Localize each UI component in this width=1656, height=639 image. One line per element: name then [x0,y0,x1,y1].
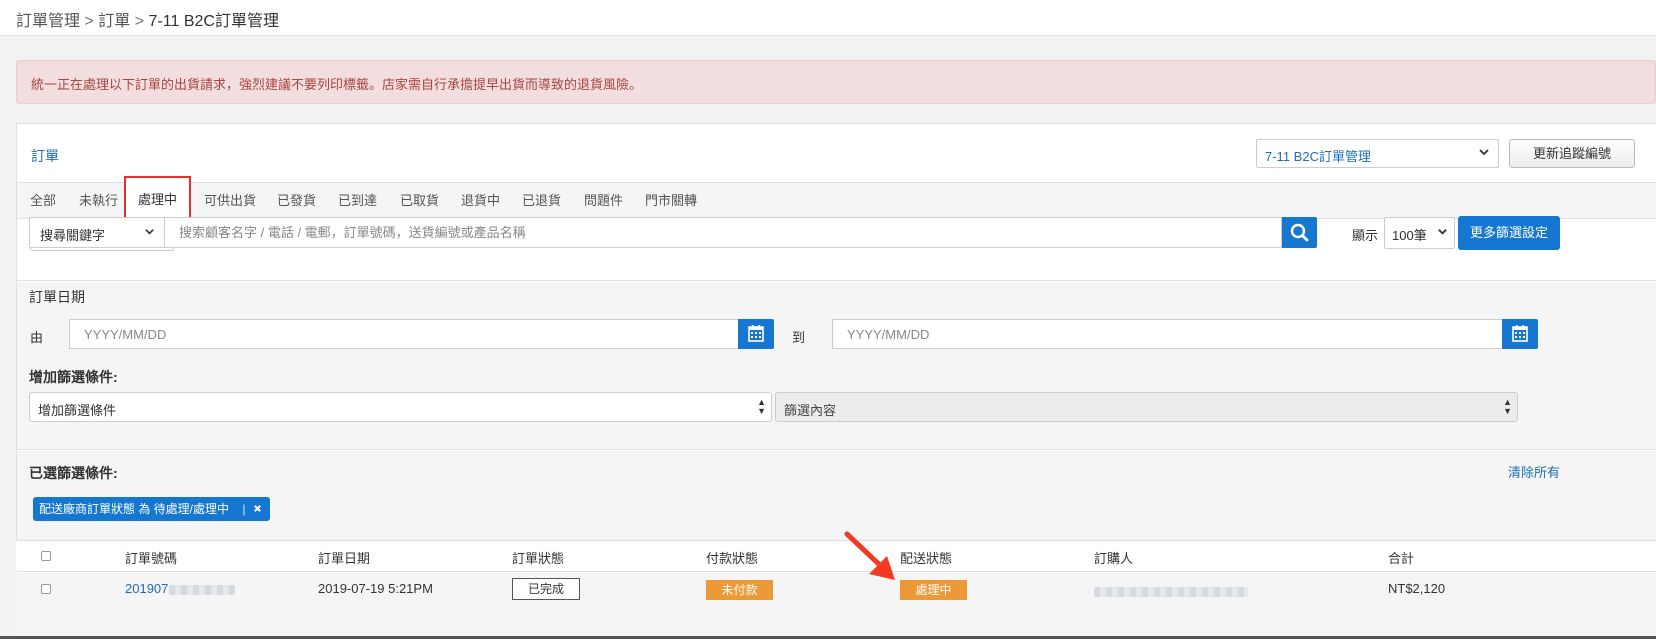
chevron-down-icon [144,225,155,240]
shipping-provider-value: 7-11 B2C訂單管理 [1265,149,1371,164]
order-date-title: 訂單日期 [29,289,85,305]
redacted-text [169,584,236,595]
column-delivery-status[interactable]: 配送狀態 [900,548,952,567]
tab-all[interactable]: 全部 [20,183,66,219]
search-input[interactable] [165,217,1282,248]
add-filter-select[interactable]: 增加篩選條件 ▲ ▼ [29,392,772,422]
order-status-badge: 已完成 [512,578,580,600]
search-icon [1290,223,1309,242]
alert-message: 統一正在處理以下訂單的出貨請求，強烈建議不要列印標籤。店家需自行承擔提早出貨而導… [31,77,643,92]
to-label: 到 [792,330,806,345]
breadcrumb-separator: > [84,13,94,30]
tab-store-transfer[interactable]: 門市關轉 [635,183,707,219]
tab-returning[interactable]: 退貨中 [451,183,510,219]
add-filter-value: 增加篩選條件 [38,403,117,418]
filter-chip: 配送廠商訂單狀態 為 待處理/處理中 | [33,497,270,521]
column-order-status[interactable]: 訂單狀態 [512,548,564,567]
filter-content-value: 篩選內容 [784,403,837,418]
warning-alert: 統一正在處理以下訂單的出貨請求，強烈建議不要列印標籤。店家需自行承擔提早出貨而導… [16,60,1656,104]
selected-filters-title: 已選篩選條件: [29,465,118,481]
shipping-provider-select[interactable]: 7-11 B2C訂單管理 [1256,139,1499,168]
panel-title: 訂單 [31,148,59,164]
chevron-down-icon [1478,146,1490,161]
redacted-text [1094,586,1248,597]
row-checkbox[interactable] [41,584,51,594]
chevron-down-icon [1437,225,1448,240]
select-arrows-icon: ▲ ▼ [757,397,766,416]
column-payment-status[interactable]: 付款狀態 [706,548,758,567]
annotation-arrow-icon [844,531,895,580]
column-order-number[interactable]: 訂單號碼 [125,548,177,567]
tab-not-executed[interactable]: 未執行 [69,183,128,219]
clear-all-link[interactable]: 清除所有 [1508,462,1560,481]
tab-picked-up[interactable]: 已取貨 [390,183,449,219]
column-total[interactable]: 合計 [1388,548,1414,567]
update-tracking-button[interactable]: 更新追蹤編號 [1509,139,1635,168]
order-number-link[interactable]: 201907 [125,581,236,596]
page-size-select[interactable]: 100筆 [1384,217,1455,249]
calendar-icon [1512,325,1528,342]
breadcrumb-item-current: 7-11 B2C訂單管理 [148,13,279,30]
chip-divider: | [242,502,246,516]
tab-returned[interactable]: 已退貨 [512,183,571,219]
customer-cell [1094,583,1248,598]
filter-chip-label: 配送廠商訂單狀態 為 待處理/處理中 [39,502,230,516]
order-number[interactable]: 201907 [125,581,168,596]
date-from-input[interactable] [69,319,739,349]
close-icon[interactable] [253,502,262,516]
more-filters-button[interactable]: 更多篩選設定 [1458,216,1560,250]
column-order-date[interactable]: 訂單日期 [318,548,370,567]
filter-content-select[interactable]: 篩選內容 ▲ ▼ [775,392,1518,422]
from-label: 由 [30,330,44,345]
total-cell: NT$2,120 [1388,581,1446,596]
select-arrows-icon: ▲ ▼ [1503,397,1512,416]
search-field-value: 搜尋關鍵字 [40,228,106,243]
filter-area [17,282,1656,450]
add-filter-title: 增加篩選條件: [29,369,118,385]
page-size-value: 100筆 [1392,228,1427,243]
date-to-input[interactable] [832,319,1503,349]
search-button[interactable] [1282,217,1317,248]
show-label: 顯示 [1352,228,1379,243]
tab-ready-to-ship[interactable]: 可供出貨 [194,183,266,219]
payment-status-badge: 未付款 [706,580,773,600]
tab-arrived[interactable]: 已到達 [328,183,387,219]
tab-problem[interactable]: 問題件 [574,183,633,219]
select-all-checkbox[interactable] [41,551,51,561]
calendar-icon [748,325,764,342]
breadcrumb: 訂單管理 > 訂單 > 7-11 B2C訂單管理 [0,0,1656,36]
date-to-calendar-button[interactable] [1502,319,1538,349]
column-customer[interactable]: 訂購人 [1094,548,1133,567]
date-from-calendar-button[interactable] [738,319,774,349]
breadcrumb-item-order-management[interactable]: 訂單管理 [16,13,80,30]
search-field-select-display[interactable]: 搜尋關鍵字 [29,217,165,248]
status-tabs: 全部 未執行 處理中 可供出貨 已發貨 已到達 已取貨 退貨中 已退貨 問題件 … [17,176,1656,224]
tab-shipped[interactable]: 已發貨 [267,183,326,219]
delivery-status-badge: 處理中 [900,580,967,600]
breadcrumb-item-orders[interactable]: 訂單 [98,13,130,30]
breadcrumb-separator: > [134,13,145,30]
order-date-cell: 2019-07-19 5:21PM [318,581,433,596]
